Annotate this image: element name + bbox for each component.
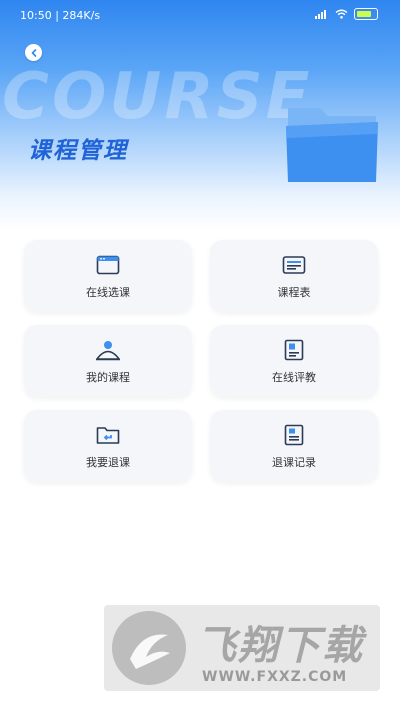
timetable-icon: [281, 253, 307, 277]
menu-label: 在线选课: [86, 285, 130, 299]
browser-window-icon: [95, 253, 121, 277]
folder-return-icon: [95, 423, 121, 447]
menu-label: 我的课程: [86, 370, 130, 384]
battery-level: [357, 11, 371, 17]
menu-timetable[interactable]: 课程表: [210, 240, 378, 312]
menu-label: 我要退课: [86, 455, 130, 469]
evaluation-document-icon: [281, 338, 307, 362]
back-button[interactable]: [25, 44, 42, 61]
menu-online-evaluation[interactable]: 在线评教: [210, 325, 378, 397]
wifi-icon: [335, 9, 348, 19]
menu-drop-records[interactable]: 退课记录: [210, 410, 378, 482]
ad-url: WWW.FXXZ.COM: [202, 669, 348, 685]
status-time: 10:50 | 284K/s: [20, 9, 101, 22]
ad-logo: [112, 611, 186, 685]
menu-drop-course[interactable]: 我要退课: [24, 410, 192, 482]
page-title: 课程管理: [28, 138, 128, 164]
status-bar: 10:50 | 284K/s: [0, 0, 400, 30]
chevron-left-icon: [31, 48, 36, 57]
menu-online-course-selection[interactable]: 在线选课: [24, 240, 192, 312]
folder-icon: [286, 108, 378, 182]
menu-label: 退课记录: [272, 455, 316, 469]
user-profile-icon: [95, 338, 121, 362]
ad-banner[interactable]: 飞翔下载 WWW.FXXZ.COM: [104, 605, 380, 691]
menu-my-courses[interactable]: 我的课程: [24, 325, 192, 397]
ad-title: 飞翔下载: [196, 623, 364, 669]
status-icons: [315, 8, 378, 20]
menu-label: 课程表: [277, 285, 311, 299]
battery-icon: [354, 8, 378, 20]
signal-icon: [315, 10, 326, 19]
header-watermark: COURSE: [2, 60, 313, 134]
menu-label: 在线评教: [272, 370, 316, 384]
course-menu-grid: 在线选课 课程表 我的课程 在线评教 我要退课 退课记录: [24, 240, 378, 482]
record-document-icon: [281, 423, 307, 447]
